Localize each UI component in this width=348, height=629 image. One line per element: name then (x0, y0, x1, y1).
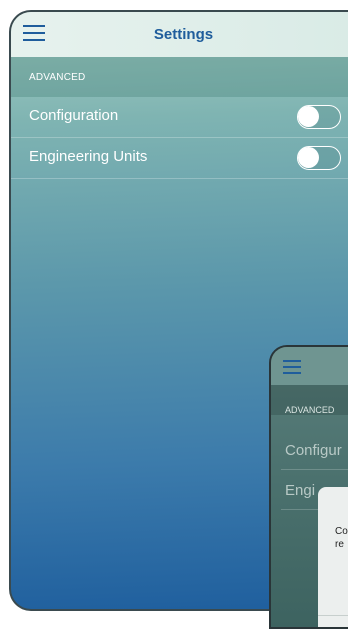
app-header: Settings (11, 12, 348, 57)
overlay-row-label: Engi (285, 482, 316, 499)
overlay-section-header: ADVANCED (271, 385, 348, 415)
toggle-knob (298, 106, 319, 127)
dialog-divider (318, 615, 348, 616)
overlay-dialog: Co re (318, 487, 348, 627)
engineering-units-toggle[interactable] (297, 146, 341, 170)
overlay-row-label: Configur (285, 442, 342, 459)
configuration-toggle[interactable] (297, 105, 341, 129)
section-header-advanced: ADVANCED (11, 57, 348, 97)
dialog-line: re (335, 539, 344, 550)
page-title: Settings (153, 26, 214, 43)
toggle-knob (298, 147, 319, 168)
dialog-line: Co (335, 526, 348, 537)
divider (281, 469, 348, 470)
overlay-section-label: ADVANCED (285, 405, 335, 415)
section-label: ADVANCED (29, 72, 86, 83)
dialog-text: Co re (335, 525, 348, 551)
overlay-header (271, 347, 348, 385)
overlay-phone-preview: ADVANCED Configur Engi Co re (269, 345, 348, 629)
setting-row-engineering-units: Engineering Units (11, 138, 348, 179)
setting-label: Engineering Units (29, 148, 148, 165)
setting-label: Configuration (29, 107, 119, 124)
hamburger-menu-icon (283, 360, 301, 378)
setting-row-configuration: Configuration (11, 97, 348, 138)
